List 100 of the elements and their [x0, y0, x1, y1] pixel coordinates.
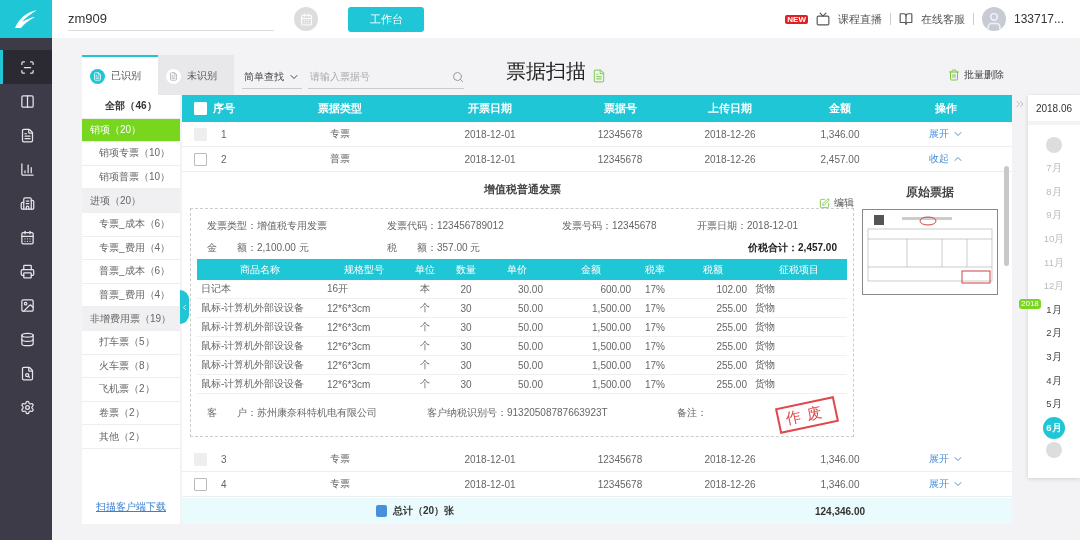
nav-icon — [20, 161, 35, 177]
table-cell-text: 17% — [644, 283, 666, 295]
table-cell-text: 12*6*3cm — [326, 359, 372, 371]
total-label: 总计（20）张 — [392, 504, 455, 518]
table-cell-text: 专票 — [329, 477, 351, 491]
table-row[interactable]: 2 普票 2018-12-01 12345678 2018-12-26 2,457.00 收起 — [182, 147, 1012, 172]
table-cell-text: 2018-12-26 — [703, 128, 757, 140]
table-cell-text: 255.00 — [715, 340, 748, 352]
table-cell-text: 货物 — [754, 377, 776, 391]
trash-icon — [948, 69, 960, 81]
table-cell-text: 个 — [419, 301, 431, 315]
expand-toggle-link[interactable]: 收起 — [895, 152, 997, 166]
table-cell-text: 1,500.00 — [591, 321, 632, 333]
column-header: 数量 — [455, 262, 477, 277]
invoice-field: 备注： — [677, 406, 707, 420]
table-cell-text: 30 — [459, 378, 473, 390]
edit-button[interactable]: 编辑 — [819, 196, 854, 210]
table-cell-text: 1,346.00 — [819, 128, 861, 140]
download-link[interactable]: 扫描客户端下载 — [82, 500, 180, 514]
nav-icon — [20, 365, 35, 381]
table-cell-text: 17% — [644, 378, 666, 390]
table-cell-text: 30 — [459, 302, 473, 314]
table-cell-text: 12345678 — [596, 153, 644, 165]
table-cell-text: 30.00 — [516, 283, 544, 295]
table-cell-text: 货物 — [754, 301, 776, 315]
row-checkbox[interactable] — [194, 152, 207, 166]
document-icon — [592, 69, 606, 83]
table-cell-text: 4 — [220, 478, 228, 490]
column-header: 操作 — [934, 101, 958, 116]
table-cell-text: 50.00 — [516, 359, 544, 371]
scrollbar-thumb[interactable] — [1004, 166, 1009, 266]
table-cell-text: 12345678 — [596, 478, 644, 490]
nav-icon — [20, 297, 35, 313]
table-cell-text: 鼠标-计算机外部设设备 — [200, 339, 306, 353]
column-header: 征税项目 — [778, 262, 820, 277]
month-item[interactable]: 3月 — [1043, 346, 1065, 369]
invoice-field: 客户纳税识别号：91320508787663923T — [427, 406, 608, 420]
tv-icon — [815, 12, 830, 26]
month-item[interactable]: 2月 — [1043, 322, 1065, 345]
total-amount: 124,346.00 — [813, 505, 867, 517]
collapse-handle[interactable] — [180, 290, 189, 324]
month-item[interactable]: 4月 — [1043, 370, 1065, 393]
table-cell-text: 255.00 — [715, 378, 748, 390]
invoice-field: 金 额：2,100.00 元 — [207, 241, 309, 255]
table-cell-text: 1,500.00 — [591, 378, 632, 390]
user-name[interactable]: 133717... — [1013, 12, 1064, 26]
table-cell-text: 2018-12-01 — [463, 128, 517, 140]
invoice-field: 客 户：苏州康奈科特机电有限公司 — [207, 406, 377, 420]
service-link[interactable]: 在线客服 — [920, 11, 965, 27]
table-cell-text: 255.00 — [715, 359, 748, 371]
void-stamp: 作废 — [774, 396, 840, 434]
search-mode-dropdown[interactable]: 简单查找 — [242, 65, 302, 89]
table-cell-text: 30 — [459, 359, 473, 371]
scroll-down-button[interactable] — [1046, 442, 1062, 459]
column-header: 金额 — [828, 101, 852, 116]
book-icon — [898, 12, 913, 26]
tab-icon — [166, 68, 181, 84]
row-checkbox[interactable] — [194, 477, 207, 491]
tab[interactable]: 已识别 — [82, 55, 158, 95]
column-header: 税额 — [702, 262, 724, 277]
table-row[interactable]: 4 专票 2018-12-01 12345678 2018-12-26 1,346.00 展开 — [182, 472, 1012, 497]
table-cell-text: 货物 — [754, 282, 776, 296]
nav-item[interactable] — [0, 50, 52, 84]
category-item[interactable]: 非增费用票（19） — [82, 307, 180, 331]
table-cell-text: 本 — [419, 282, 431, 296]
table-cell-text: 17% — [644, 302, 666, 314]
expand-toggle-link[interactable]: 展开 — [895, 477, 997, 491]
live-link[interactable]: 课程直播 — [837, 11, 882, 27]
table-cell-text: 600.00 — [599, 283, 632, 295]
table-cell-text: 个 — [419, 339, 431, 353]
column-header: 上传日期 — [707, 101, 753, 116]
account-field[interactable]: zm909 — [68, 7, 274, 31]
search-input[interactable]: 请输入票据号 — [308, 70, 452, 83]
table-cell-text: 17% — [644, 340, 666, 352]
table-cell-text: 12345678 — [596, 128, 644, 140]
table-cell-text: 1,500.00 — [591, 340, 632, 352]
table-cell-text: 普票 — [329, 152, 351, 166]
nav-icon — [20, 127, 35, 143]
column-header: 税率 — [644, 262, 666, 277]
select-all-checkbox[interactable] — [194, 102, 207, 115]
table-cell-text: 50.00 — [516, 378, 544, 390]
invoice-title: 增值税普通发票 — [483, 181, 561, 197]
search-field[interactable]: 请输入票据号 — [308, 65, 464, 89]
tab[interactable]: 未识别 — [158, 55, 234, 95]
avatar[interactable] — [981, 7, 1006, 31]
search-icon — [452, 70, 464, 83]
invoice-field: 发票代码：123456789012 — [387, 219, 504, 233]
table-cell-text: 货物 — [754, 358, 776, 372]
column-header: 单位 — [414, 262, 436, 277]
bulk-delete-button[interactable]: 批量删除 — [942, 67, 1010, 83]
column-header: 票据类型 — [317, 101, 363, 116]
scroll-up-button[interactable] — [1046, 137, 1062, 153]
month-item[interactable]: 5月 — [1043, 393, 1065, 416]
table-cell-text: 鼠标-计算机外部设设备 — [200, 377, 306, 391]
expand-panel-icon[interactable] — [1014, 98, 1026, 110]
table-cell-text: 255.00 — [715, 321, 748, 333]
calendar-header: 2018.06 — [1028, 95, 1080, 125]
table-cell-text: 专票 — [329, 452, 351, 466]
category-item[interactable]: 进项（20） — [82, 189, 180, 213]
year-badge: 2018 — [1019, 299, 1041, 310]
